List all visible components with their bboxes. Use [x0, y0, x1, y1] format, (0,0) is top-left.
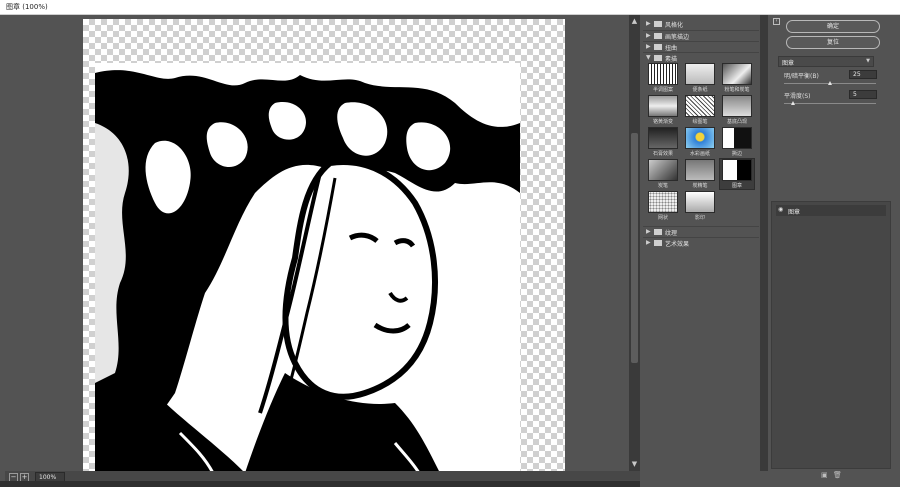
eye-visibility-icon[interactable]: ◉ [778, 206, 783, 213]
thumb-image [722, 63, 752, 85]
folder-open-icon [654, 55, 662, 61]
filter-thumb-photocopy[interactable]: 影印 [683, 191, 717, 221]
chevron-down-icon: ▼ [866, 58, 870, 64]
thumb-image [685, 191, 715, 213]
filter-thumb-halftone[interactable]: 半调图案 [646, 63, 680, 93]
thumb-image [648, 63, 678, 85]
light-dark-balance-slider[interactable] [784, 81, 876, 85]
expand-arrow-icon: ▶ [646, 43, 651, 50]
filter-thumb-chalk-charcoal[interactable]: 粉笔和炭笔 [720, 63, 754, 93]
folder-icon [654, 44, 662, 50]
slider-knob[interactable] [828, 81, 832, 85]
folder-icon [654, 33, 662, 39]
expand-arrow-icon: ▶ [646, 228, 651, 235]
preview-image [95, 63, 520, 473]
thumb-image [685, 159, 715, 181]
expand-arrow-icon: ▶ [646, 239, 651, 246]
thumb-image [648, 127, 678, 149]
filter-thumb-torn-edges[interactable]: 撕边 [720, 127, 754, 157]
filter-thumb-graphic-pen[interactable]: 绘图笔 [683, 95, 717, 125]
smoothness-slider[interactable] [784, 101, 876, 105]
scroll-up-arrow-icon[interactable]: ▲ [630, 17, 639, 26]
expand-arrow-icon: ▶ [646, 20, 651, 27]
thumb-image [722, 95, 752, 117]
thumb-image [685, 127, 715, 149]
filter-thumb-stamp[interactable]: 图章 [719, 158, 755, 190]
thumb-image [685, 95, 715, 117]
new-effect-layer-icon[interactable]: ▣ [821, 471, 828, 479]
thumb-image [648, 159, 678, 181]
category-brush-strokes[interactable]: ▶ 画笔描边 [643, 30, 759, 41]
window-titlebar: 图章 (100%) [0, 0, 900, 15]
filter-thumb-note-paper[interactable]: 便条纸 [683, 63, 717, 93]
thumb-image [648, 191, 678, 213]
collapse-gallery-icon[interactable]: ‹ [773, 18, 780, 25]
category-artistic[interactable]: ▶ 艺术效果 [643, 237, 759, 248]
status-bar [0, 481, 640, 487]
reset-button[interactable]: 复位 [786, 36, 880, 49]
filter-thumb-conte-crayon[interactable]: 炭精笔 [683, 159, 717, 189]
scroll-down-arrow-icon[interactable]: ▼ [630, 460, 639, 469]
filter-thumb-plaster[interactable]: 石膏效果 [646, 127, 680, 157]
slider-knob[interactable] [791, 101, 796, 105]
filter-thumb-charcoal[interactable]: 炭笔 [646, 159, 680, 189]
effect-layers-panel: ◉ 图章 [771, 201, 891, 469]
light-dark-balance-label: 明/暗平衡(B) [784, 73, 819, 80]
window-title: 图章 (100%) [6, 3, 48, 11]
effect-layer-row[interactable]: ◉ 图章 [776, 205, 886, 216]
collapse-arrow-icon: ▼ [646, 54, 651, 61]
light-dark-balance-input[interactable]: 25 [849, 70, 877, 79]
category-sketch[interactable]: ▼ 素描 [643, 52, 759, 63]
filter-thumb-reticulation[interactable]: 网状 [646, 191, 680, 221]
thumb-image [722, 159, 752, 181]
filter-select[interactable]: 图章 ▼ [778, 56, 874, 67]
category-stylize[interactable]: ▶ 风格化 [643, 19, 759, 29]
scrollbar-thumb[interactable] [631, 133, 638, 363]
category-texture[interactable]: ▶ 纹理 [643, 226, 759, 237]
filter-thumb-bas-relief[interactable]: 基底凸现 [720, 95, 754, 125]
category-distort[interactable]: ▶ 扭曲 [643, 41, 759, 52]
thumb-image [722, 127, 752, 149]
filter-gallery-panel: ▶ 风格化 ▶ 画笔描边 ▶ 扭曲 ▼ 素描 半调图案 便条纸 粉笔和炭笔 铬黄… [643, 15, 759, 471]
smoothness-label: 平滑度(S) [784, 93, 811, 100]
filter-settings-panel: ‹ 确定 复位 图章 ▼ 明/暗平衡(B) 25 平滑度(S) 5 ◉ 图章 ▣… [769, 15, 900, 487]
canvas-preview-area[interactable] [5, 15, 640, 473]
folder-icon [654, 229, 662, 235]
folder-icon [654, 21, 662, 27]
filter-thumb-water-paper[interactable]: 水彩画纸 [683, 127, 717, 157]
ok-button[interactable]: 确定 [786, 20, 880, 33]
delete-effect-layer-icon[interactable]: 🗑 [833, 471, 842, 479]
smoothness-input[interactable]: 5 [849, 90, 877, 99]
expand-arrow-icon: ▶ [646, 32, 651, 39]
gallery-scrollbar[interactable] [760, 15, 768, 471]
folder-icon [654, 240, 662, 246]
thumb-image [685, 63, 715, 85]
filter-thumb-chrome[interactable]: 铬黄渐变 [646, 95, 680, 125]
thumb-image [648, 95, 678, 117]
canvas-vertical-scrollbar[interactable]: ▲ ▼ [629, 15, 640, 471]
